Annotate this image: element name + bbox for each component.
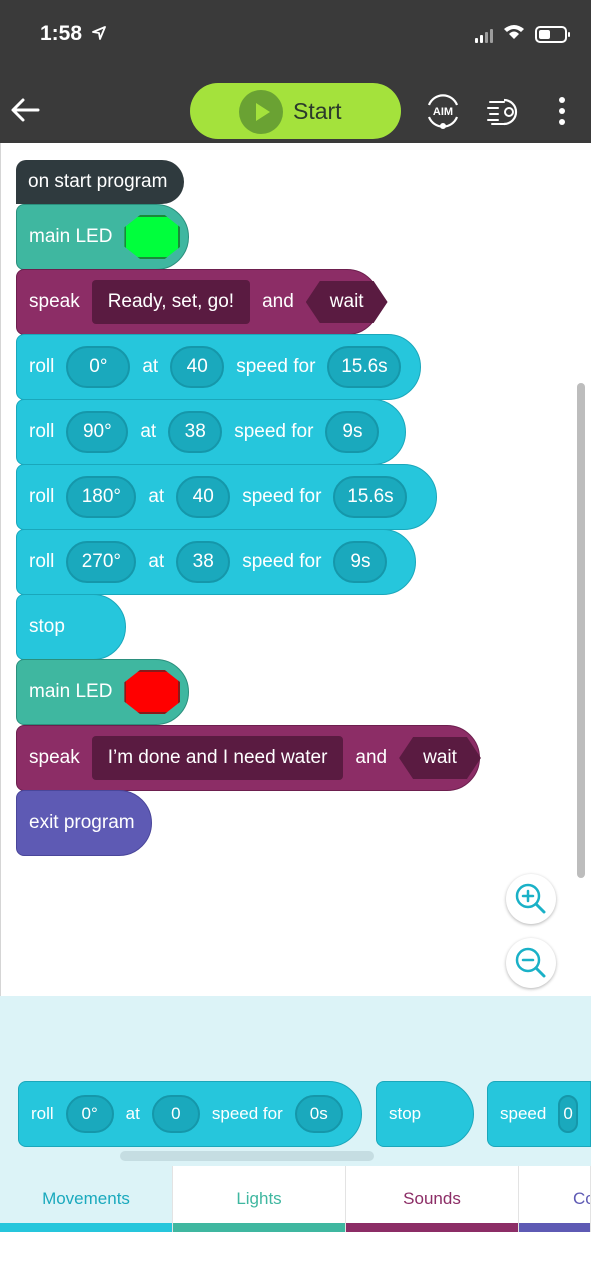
more-vertical-icon xyxy=(559,97,565,125)
duration-field[interactable]: 15.6s xyxy=(327,346,402,388)
back-button[interactable] xyxy=(8,92,44,128)
wait-toggle[interactable]: wait xyxy=(306,281,388,323)
heading-field[interactable]: 0° xyxy=(66,346,131,388)
duration-field[interactable]: 0s xyxy=(294,1095,343,1133)
heading-field[interactable]: 90° xyxy=(66,411,129,453)
aim-button[interactable]: AIM xyxy=(424,92,462,130)
speed-value-field[interactable]: 0 xyxy=(558,1095,578,1133)
drive-icon xyxy=(487,98,518,126)
svg-text:AIM: AIM xyxy=(433,106,453,118)
status-time: 1:58 xyxy=(40,22,106,46)
tab-indicator xyxy=(519,1223,590,1232)
speak-block[interactable]: speak I’m done and I need water and wait xyxy=(16,725,480,791)
heading-field[interactable]: 0° xyxy=(65,1095,114,1133)
tab-indicator xyxy=(173,1223,345,1232)
speak-block[interactable]: speak Ready, set, go! and wait xyxy=(16,269,380,335)
top-bar: 1:58 Start AIM xyxy=(0,0,591,143)
tab-controls[interactable]: Co xyxy=(519,1166,591,1232)
speed-field[interactable]: 0 xyxy=(151,1095,200,1133)
roll-block[interactable]: roll 90° at 38 speed for 9s xyxy=(16,399,406,465)
wait-toggle[interactable]: wait xyxy=(399,737,481,779)
bottom-area xyxy=(0,1232,591,1280)
led-color-swatch[interactable] xyxy=(124,215,181,259)
exit-program-block[interactable]: exit program xyxy=(16,790,152,856)
canvas-scrollbar[interactable] xyxy=(577,383,585,878)
aim-icon: AIM xyxy=(427,94,459,129)
tab-lights[interactable]: Lights xyxy=(173,1166,346,1232)
zoom-out-icon xyxy=(515,947,546,978)
roll-block[interactable]: roll 180° at 40 speed for 15.6s xyxy=(16,464,437,530)
stop-block[interactable]: stop xyxy=(16,594,126,660)
wifi-icon xyxy=(503,24,525,45)
speak-text-field[interactable]: Ready, set, go! xyxy=(91,280,251,324)
speed-field[interactable]: 40 xyxy=(176,476,231,518)
tab-indicator xyxy=(0,1223,172,1232)
more-menu-button[interactable] xyxy=(552,96,572,126)
zoom-out-button[interactable] xyxy=(506,938,556,988)
zoom-in-button[interactable] xyxy=(506,874,556,924)
roll-block[interactable]: roll 270° at 38 speed for 9s xyxy=(16,529,416,595)
heading-field[interactable]: 180° xyxy=(66,476,137,518)
roll-block[interactable]: roll 0° at 40 speed for 15.6s xyxy=(16,334,421,400)
start-label: Start xyxy=(293,98,342,124)
battery-icon xyxy=(535,26,570,43)
back-arrow-icon xyxy=(8,98,44,132)
location-icon xyxy=(91,22,106,40)
led-color-swatch[interactable] xyxy=(124,670,181,714)
speed-field[interactable]: 38 xyxy=(176,541,231,583)
speed-field[interactable]: 40 xyxy=(170,346,225,388)
signal-icon xyxy=(475,27,493,43)
speed-field[interactable]: 38 xyxy=(168,411,223,453)
palette-roll-block[interactable]: roll 0° at 0 speed for 0s xyxy=(18,1081,362,1147)
palette-stop-block[interactable]: stop xyxy=(376,1081,474,1147)
speak-text-field[interactable]: I’m done and I need water xyxy=(91,736,344,780)
palette-scrollbar[interactable] xyxy=(120,1151,374,1161)
tab-movements[interactable]: Movements xyxy=(0,1166,173,1232)
duration-field[interactable]: 9s xyxy=(333,541,388,583)
status-icons xyxy=(475,24,570,45)
drive-button[interactable] xyxy=(486,94,522,130)
start-button[interactable]: Start xyxy=(190,83,401,139)
duration-field[interactable]: 9s xyxy=(325,411,380,453)
on-start-block[interactable]: on start program xyxy=(16,160,184,204)
main-led-block[interactable]: main LED xyxy=(16,204,189,270)
tab-sounds[interactable]: Sounds xyxy=(346,1166,519,1232)
zoom-in-icon xyxy=(515,883,546,914)
tab-indicator xyxy=(346,1223,518,1232)
category-tabs: Movements Lights Sounds Co xyxy=(0,1166,591,1232)
play-icon xyxy=(239,90,283,134)
duration-field[interactable]: 15.6s xyxy=(333,476,408,518)
heading-field[interactable]: 270° xyxy=(66,541,137,583)
palette-speed-block[interactable]: speed 0 xyxy=(487,1081,591,1147)
main-led-block[interactable]: main LED xyxy=(16,659,189,725)
